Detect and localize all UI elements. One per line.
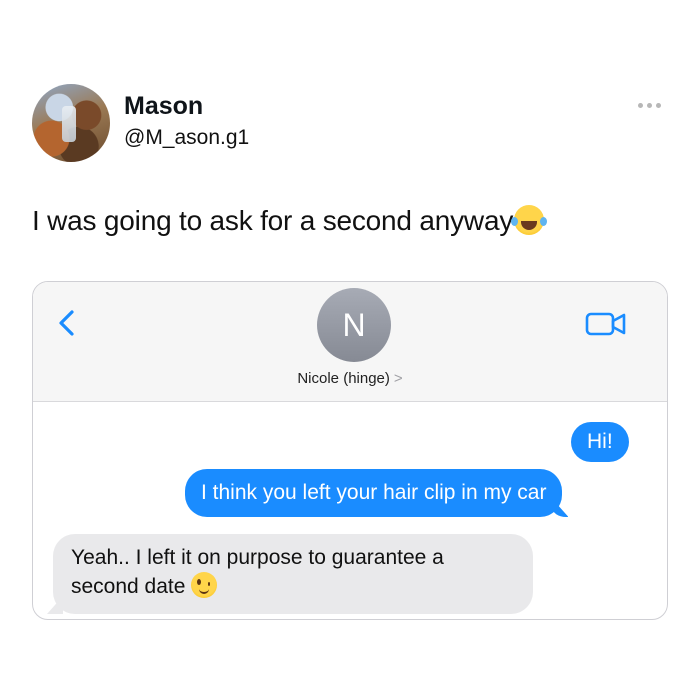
- waterfall-image-detail: [62, 106, 76, 142]
- author-avatar[interactable]: [32, 84, 110, 162]
- message-bubble-sent[interactable]: Hi!: [571, 422, 629, 462]
- message-text: Yeah.. I left it on purpose to guarantee…: [71, 546, 444, 598]
- message-screenshot: N Nicole (hinge) > Hi! I think you left y…: [32, 281, 668, 620]
- chevron-left-icon[interactable]: [55, 308, 79, 338]
- post-text: I was going to ask for a second anyway: [32, 205, 545, 237]
- post-text-content: I was going to ask for a second anyway: [32, 205, 514, 236]
- more-horizontal-icon[interactable]: [638, 100, 668, 110]
- winking-face-icon: [191, 572, 218, 598]
- contact-avatar[interactable]: N: [317, 288, 391, 362]
- message-bubble-sent[interactable]: I think you left your hair clip in my ca…: [185, 469, 563, 517]
- contact-name-row[interactable]: Nicole (hinge) >: [33, 370, 667, 387]
- message-bubble-received[interactable]: Yeah.. I left it on purpose to guarantee…: [53, 534, 533, 614]
- video-camera-icon[interactable]: [585, 310, 627, 338]
- conversation-header: N Nicole (hinge) >: [33, 282, 667, 402]
- author-name[interactable]: Mason: [124, 92, 203, 121]
- author-handle[interactable]: @M_ason.g1: [124, 126, 249, 150]
- post-card: Mason @M_ason.g1 I was going to ask for …: [0, 0, 700, 700]
- contact-name: Nicole (hinge): [297, 370, 390, 387]
- face-with-tears-of-joy-icon: [511, 205, 545, 235]
- chevron-right-icon: >: [393, 370, 403, 387]
